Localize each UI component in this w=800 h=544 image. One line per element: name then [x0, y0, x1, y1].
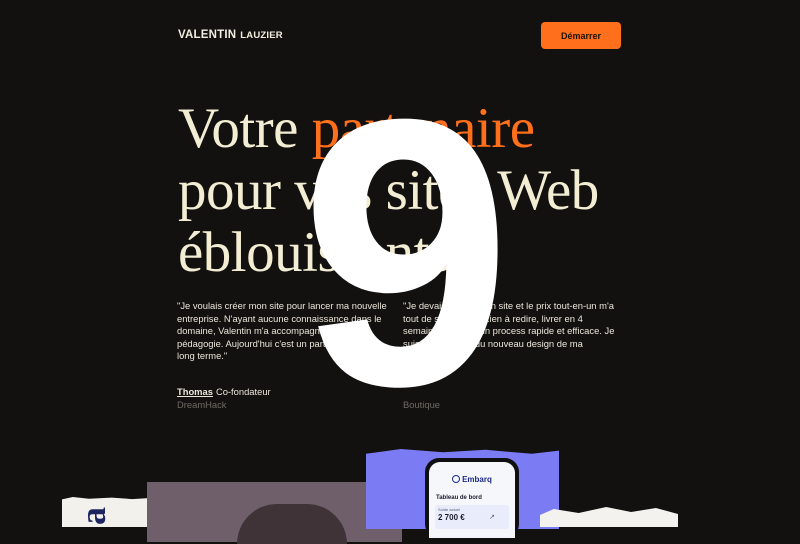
phone-brand-name: Embarq: [462, 475, 492, 484]
logo-last-name: LAUZIER: [240, 30, 283, 41]
hero-title: Votre partenaire pour vos sites Web ébloui…: [178, 98, 638, 284]
testimonial-quote: "Je voulais créer mon site pour lancer m…: [177, 300, 387, 362]
testimonial-card: "Je voulais créer mon site pour lancer m…: [177, 300, 395, 411]
testimonial-author: [403, 386, 621, 398]
testimonial-author: Thomas Co-fondateur: [177, 386, 395, 398]
testimonial-company: Boutique: [403, 398, 441, 410]
hero-title-accent: partenaire: [311, 97, 535, 160]
testimonial-card: "Je devais refaire mon site et le prix t…: [403, 300, 621, 411]
phone-mockup: Embarq Tableau de bord Solde actuel 2 70…: [425, 458, 519, 538]
hero-title-line3: éblouissants: [178, 221, 451, 284]
collage-paper-right: [540, 507, 678, 527]
phone-balance-card: Solde actuel 2 700 € ↗: [435, 505, 509, 529]
testimonial-author-role: Co-fondateur: [215, 385, 271, 397]
testimonial-company: DreamHack: [177, 398, 227, 410]
brand-logo[interactable]: VALENTIN LAUZIER: [178, 29, 283, 41]
photo-silhouette: [237, 504, 347, 544]
collage-photo: [147, 482, 402, 544]
phone-card-amount: 2 700 €: [438, 513, 465, 522]
logo-first-name: VALENTIN: [178, 29, 237, 41]
embarq-logo-icon: [452, 475, 461, 483]
hero-title-line2: pour vos sites Web: [178, 159, 599, 222]
testimonial-quote: "Je devais refaire mon site et le prix t…: [403, 300, 615, 362]
collage-paper-left: a: [62, 497, 152, 527]
phone-dashboard-title: Tableau de bord: [436, 495, 482, 501]
phone-brand: Embarq: [429, 475, 515, 484]
hero-title-start: Votre: [178, 97, 312, 160]
phone-screen: Embarq Tableau de bord Solde actuel 2 70…: [429, 462, 515, 538]
phone-card-label: Solde actuel: [438, 507, 461, 512]
testimonial-author-name[interactable]: Thomas: [177, 386, 213, 397]
start-button[interactable]: Démarrer: [541, 22, 621, 49]
collage-glyph: a: [73, 507, 113, 525]
